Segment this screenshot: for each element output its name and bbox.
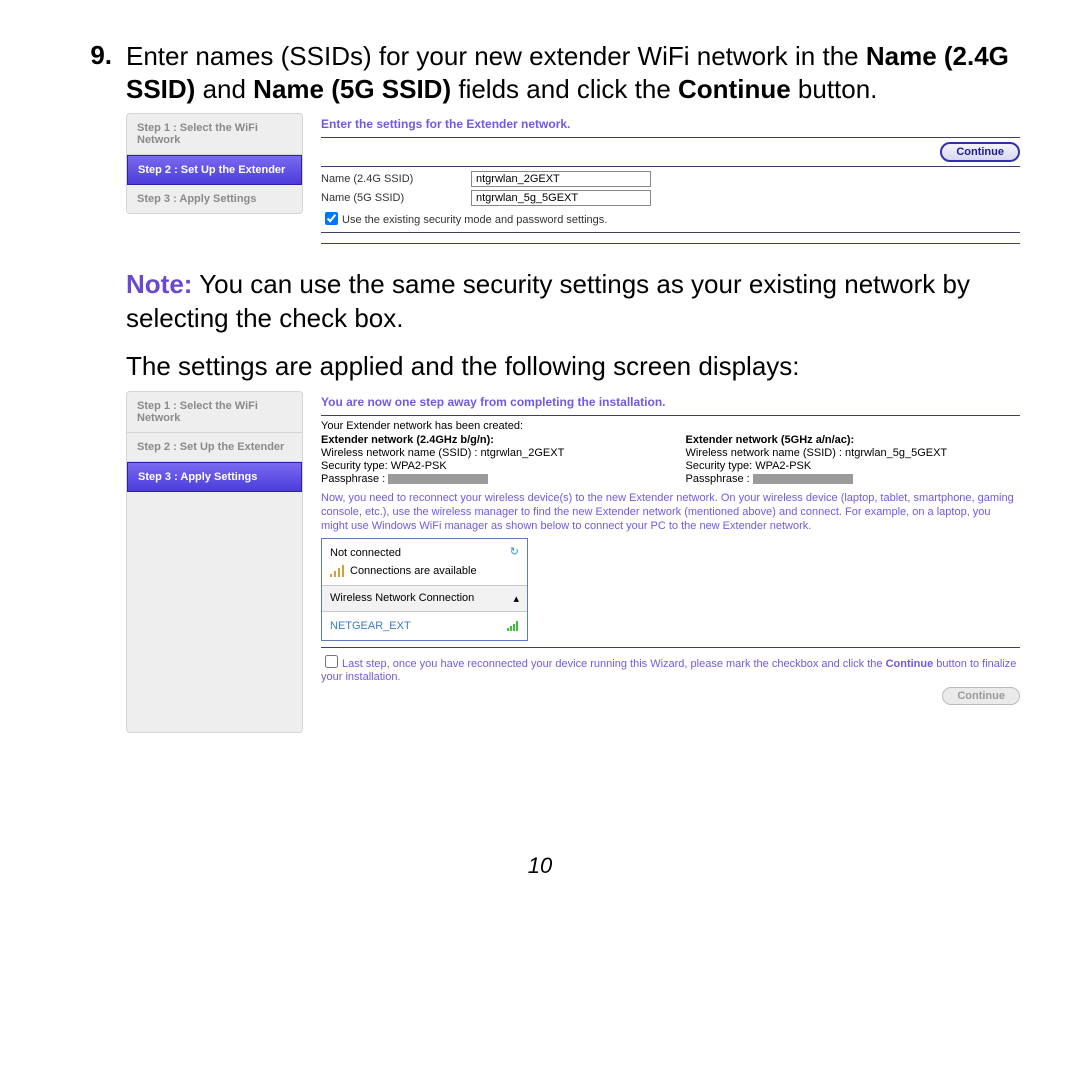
col-5g: Extender network (5GHz a/n/ac): Wireless… [686,434,1021,486]
wifi-not-connected-label: Not connected [330,547,519,559]
note-text: Note: You can use the same security sett… [126,268,1020,336]
windows-wifi-popup: ↻ Not connected Connections are availabl… [321,538,528,641]
wifi-available-label: Connections are available [350,565,477,577]
col-5g-security: Security type: WPA2-PSK [686,460,1021,472]
note-body: You can use the same security settings a… [126,269,970,333]
wizard-sidebar-2: Step 1 : Select the WiFi Network Step 2 … [126,391,303,733]
final-instruction: Last step, once you have reconnected you… [321,652,1020,683]
content-area: Enter the settings for the Extender netw… [303,113,1020,248]
col-5g-pass-label: Passphrase : [686,473,750,485]
instruction-mid1: and [195,74,253,104]
col-24g-pass: Passphrase : [321,473,656,485]
reconnect-paragraph: Now, you need to reconnect your wireless… [321,492,1020,533]
col-24g-title: Extender network (2.4GHz b/g/n): [321,434,656,446]
instruction-number: 9. [60,40,126,71]
continue-button[interactable]: Continue [940,142,1020,162]
wifi-available-row: Connections are available [330,565,519,577]
instruction-bold2: Name (5G SSID) [253,74,451,104]
screenshot-setup-extender: Step 1 : Select the WiFi Network Step 2 … [126,113,1020,248]
signal-bars-icon [330,565,344,577]
sidebar-step-2[interactable]: Step 2 : Set Up the Extender [127,155,302,185]
ssid-24g-input[interactable] [471,171,651,187]
wifi-section-label: Wireless Network Connection [330,592,474,605]
col-5g-title: Extender network (5GHz a/n/ac): [686,434,1021,446]
instruction-mid2: fields and click the [451,74,678,104]
divider [321,415,1020,416]
sidebar-step-1[interactable]: Step 1 : Select the WiFi Network [127,114,302,155]
wizard-sidebar: Step 1 : Select the WiFi Network Step 2 … [126,113,303,214]
divider [321,137,1020,138]
instruction-9: 9. Enter names (SSIDs) for your new exte… [60,40,1020,105]
sidebar-step-2[interactable]: Step 2 : Set Up the Extender [127,433,302,462]
redacted-passphrase [753,474,853,484]
summary-heading: Your Extender network has been created: [321,420,1020,432]
divider [321,647,1020,648]
col-24g: Extender network (2.4GHz b/g/n): Wireles… [321,434,656,486]
chevron-up-icon: ▴ [513,592,519,605]
use-existing-security-label: Use the existing security mode and passw… [342,214,607,226]
sidebar-step-3[interactable]: Step 3 : Apply Settings [127,462,302,492]
col-5g-ssid: Wireless network name (SSID) : ntgrwlan_… [686,447,1021,459]
use-existing-security-row: Use the existing security mode and passw… [321,209,1020,228]
use-existing-security-checkbox[interactable] [325,212,338,225]
refresh-icon[interactable]: ↻ [510,545,519,558]
ssid-5g-label: Name (5G SSID) [321,192,471,204]
content-title: Enter the settings for the Extender netw… [321,117,1020,131]
wifi-network-name: NETGEAR_EXT [330,620,411,632]
continue-button-disabled[interactable]: Continue [942,687,1020,705]
col-24g-pass-label: Passphrase : [321,473,385,485]
redacted-passphrase [388,474,488,484]
sidebar-step-3[interactable]: Step 3 : Apply Settings [127,185,302,213]
content-title-2: You are now one step away from completin… [321,395,1020,409]
final-bold: Continue [886,658,934,670]
final-text-before: Last step, once you have reconnected you… [342,658,886,670]
wifi-section-header[interactable]: Wireless Network Connection ▴ [322,586,527,612]
instruction-bold3: Continue [678,74,791,104]
wifi-network-item[interactable]: NETGEAR_EXT [322,612,527,640]
instruction-post: button. [791,74,878,104]
followup-text: The settings are applied and the followi… [126,350,1020,384]
sidebar-step-1[interactable]: Step 1 : Select the WiFi Network [127,392,302,433]
divider [321,243,1020,244]
instruction-text: Enter names (SSIDs) for your new extende… [126,40,1020,105]
page-number: 10 [60,853,1020,879]
divider [321,232,1020,233]
screenshot-apply-settings: Step 1 : Select the WiFi Network Step 2 … [126,391,1020,733]
content-area-2: You are now one step away from completin… [303,391,1020,706]
ssid-5g-input[interactable] [471,190,651,206]
finalize-checkbox[interactable] [325,655,338,668]
ssid-24g-row: Name (2.4G SSID) [321,171,1020,187]
ssid-5g-row: Name (5G SSID) [321,190,1020,206]
col-24g-ssid: Wireless network name (SSID) : ntgrwlan_… [321,447,656,459]
wifi-popup-top: ↻ Not connected Connections are availabl… [322,539,527,586]
ssid-24g-label: Name (2.4G SSID) [321,173,471,185]
note-label: Note: [126,269,192,299]
divider [321,166,1020,167]
signal-strength-icon [507,621,519,631]
network-summary-columns: Extender network (2.4GHz b/g/n): Wireles… [321,434,1020,486]
instruction-pre: Enter names (SSIDs) for your new extende… [126,41,866,71]
col-24g-security: Security type: WPA2-PSK [321,460,656,472]
col-5g-pass: Passphrase : [686,473,1021,485]
